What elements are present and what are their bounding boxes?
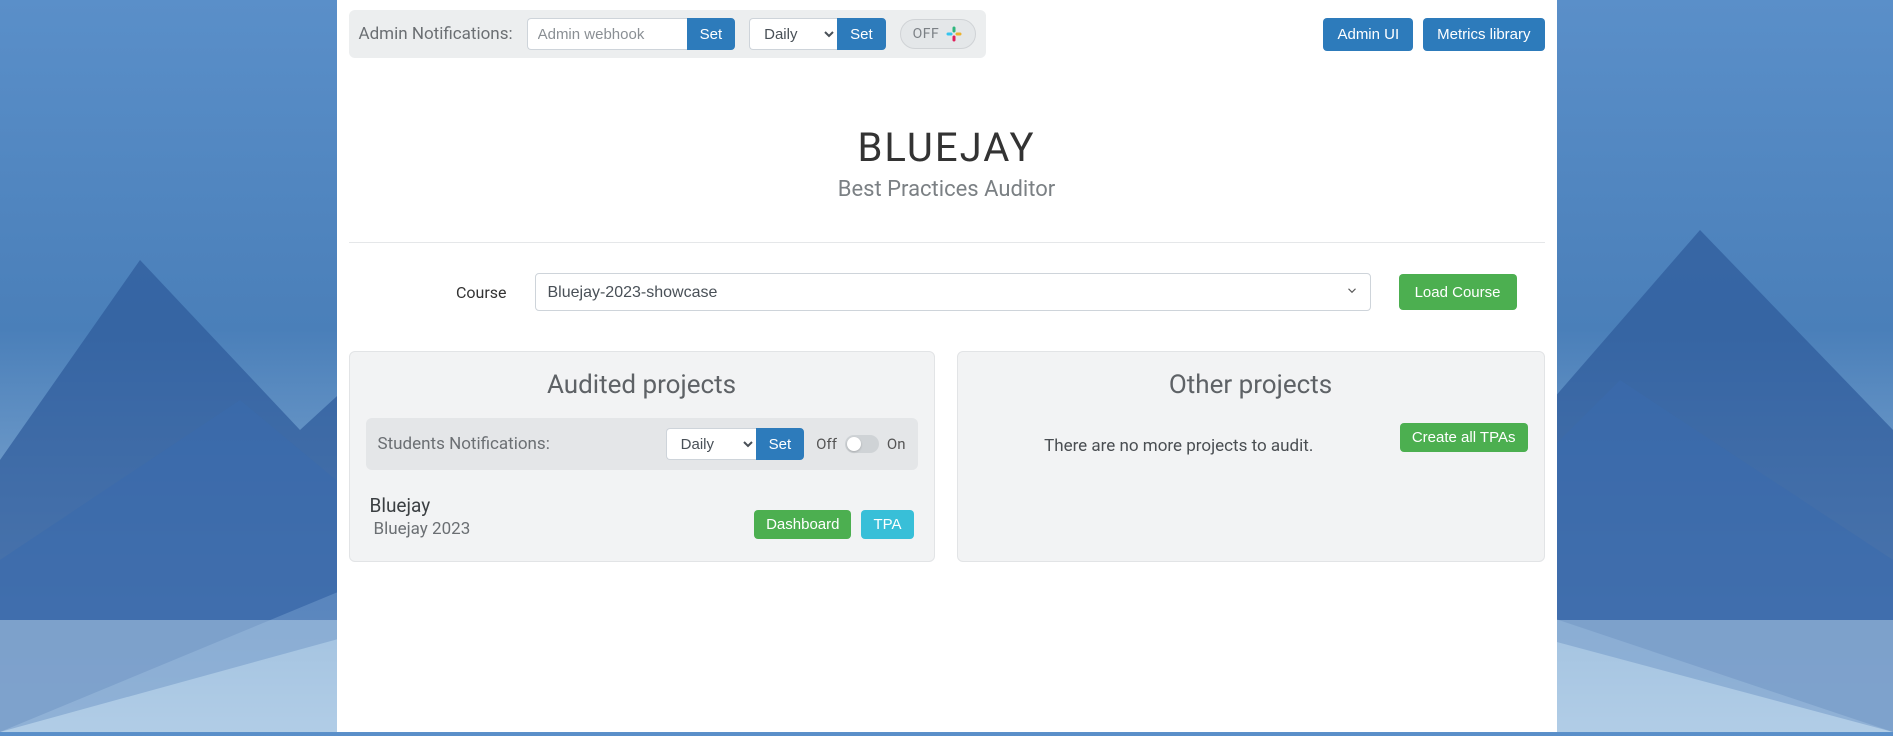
admin-frequency-select[interactable]: Daily: [749, 18, 837, 50]
admin-notifications-group: Admin Notifications: Set Daily Set OFF: [349, 10, 987, 58]
students-frequency-select[interactable]: Daily: [666, 428, 756, 460]
other-projects-row: There are no more projects to audit. Cre…: [974, 418, 1528, 456]
admin-ui-button[interactable]: Admin UI: [1323, 18, 1413, 51]
course-select[interactable]: Bluejay-2023-showcase: [535, 273, 1371, 311]
admin-webhook-set-button[interactable]: Set: [687, 18, 736, 50]
project-tpa-button[interactable]: TPA: [861, 510, 913, 539]
students-toggle-off-label: Off: [816, 435, 837, 453]
students-notifications-bar: Students Notifications: Daily Set Off On: [366, 418, 918, 470]
students-toggle-on-label: On: [887, 435, 906, 453]
students-toggle-wrap: Off On: [816, 435, 905, 453]
other-projects-title: Other projects: [974, 370, 1528, 400]
students-toggle[interactable]: [845, 435, 879, 453]
load-course-button[interactable]: Load Course: [1399, 274, 1517, 310]
project-item: Bluejay Bluejay 2023 Dashboard TPA: [366, 470, 918, 539]
course-label: Course: [377, 283, 507, 302]
divider: [349, 242, 1545, 243]
admin-webhook-input-group: Set: [527, 18, 736, 50]
admin-slack-toggle-label: OFF: [913, 26, 940, 42]
brand-block: BLUEJAY Best Practices Auditor: [337, 68, 1557, 242]
other-projects-empty-text: There are no more projects to audit.: [974, 436, 1384, 456]
admin-slack-toggle[interactable]: OFF: [900, 19, 977, 49]
slack-icon: [945, 25, 963, 43]
audited-projects-title: Audited projects: [366, 370, 918, 400]
create-all-tpas-button[interactable]: Create all TPAs: [1400, 423, 1528, 452]
panels: Audited projects Students Notifications:…: [337, 351, 1557, 562]
main-card: Admin Notifications: Set Daily Set OFF: [337, 0, 1557, 732]
admin-frequency-set-button[interactable]: Set: [837, 18, 886, 50]
students-notifications-label: Students Notifications:: [378, 434, 654, 454]
topbar: Admin Notifications: Set Daily Set OFF: [337, 0, 1557, 68]
course-row: Course Bluejay-2023-showcase Load Course: [337, 273, 1557, 351]
students-frequency-set-button[interactable]: Set: [756, 428, 805, 460]
other-projects-panel: Other projects There are no more project…: [957, 351, 1545, 562]
brand-title: BLUEJAY: [337, 124, 1557, 171]
students-frequency-input-group: Daily Set: [666, 428, 805, 460]
admin-notifications-label: Admin Notifications:: [359, 24, 513, 44]
admin-frequency-input-group: Daily Set: [749, 18, 886, 50]
brand-subtitle: Best Practices Auditor: [337, 177, 1557, 202]
course-select-wrap: Bluejay-2023-showcase: [535, 273, 1371, 311]
project-subname: Bluejay 2023: [370, 519, 745, 539]
audited-projects-panel: Audited projects Students Notifications:…: [349, 351, 935, 562]
metrics-library-button[interactable]: Metrics library: [1423, 18, 1544, 51]
project-dashboard-button[interactable]: Dashboard: [754, 510, 851, 539]
admin-webhook-input[interactable]: [527, 18, 687, 50]
project-name: Bluejay: [370, 494, 745, 517]
